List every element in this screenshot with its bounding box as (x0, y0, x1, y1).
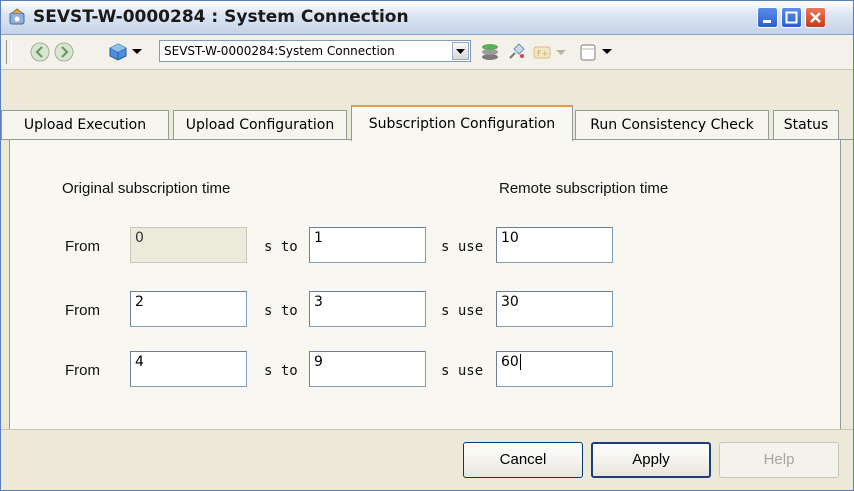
window-title: SEVST-W-0000284 : System Connection (33, 7, 409, 27)
connection-combo[interactable]: SEVST-W-0000284:System Connection (159, 40, 471, 62)
row2-to-input[interactable]: 3 (309, 291, 426, 327)
pin-icon[interactable] (505, 41, 527, 63)
row3-s-to-label: s to (264, 363, 298, 379)
maximize-button[interactable] (781, 7, 802, 28)
text-cursor (519, 354, 521, 370)
row3-from-input[interactable]: 4 (130, 351, 247, 387)
window-dropdown-icon[interactable] (601, 45, 613, 57)
row2-from-input[interactable]: 2 (130, 291, 247, 327)
original-subscription-time-heading: Original subscription time (62, 180, 231, 197)
row3-use-input[interactable]: 60 (501, 354, 519, 370)
tab-upload-execution[interactable]: Upload Execution (1, 110, 169, 140)
window-icon[interactable] (577, 41, 599, 63)
link-dropdown-icon[interactable] (555, 46, 567, 58)
cancel-button[interactable]: Cancel (463, 442, 583, 478)
bottom-separator (1, 429, 853, 430)
row2-from-label: From (65, 302, 100, 319)
tab-run-consistency-check[interactable]: Run Consistency Check (575, 110, 769, 140)
row1-from-label: From (65, 238, 100, 255)
toolbar: SEVST-W-0000284:System Connection F+ (1, 35, 853, 70)
row1-from-input: 0 (130, 227, 247, 263)
row2-s-use-label: s use (441, 303, 484, 319)
row3-use-input-wrapper[interactable]: 60 (496, 351, 613, 387)
back-icon[interactable] (29, 41, 51, 63)
row3-s-use-label: s use (441, 363, 484, 379)
row3-from-label: From (65, 362, 100, 379)
row1-s-use-label: s use (441, 239, 484, 255)
remote-subscription-time-heading: Remote subscription time (499, 180, 669, 197)
row1-to-input[interactable]: 1 (309, 227, 426, 263)
row2-s-to-label: s to (264, 303, 298, 319)
tab-subscription-configuration[interactable]: Subscription Configuration (351, 105, 573, 141)
apply-button[interactable]: Apply (591, 442, 711, 478)
dropdown-arrow-icon[interactable] (131, 45, 143, 57)
system-connection-window: SEVST-W-0000284 : System Connection SEVS… (0, 0, 854, 491)
chevron-down-icon (456, 49, 465, 54)
close-icon (810, 12, 821, 23)
row3-to-input[interactable]: 9 (309, 351, 426, 387)
svg-text:F+: F+ (537, 49, 548, 58)
cube-icon[interactable] (107, 41, 129, 63)
subscription-configuration-panel: Original subscription time Remote subscr… (9, 140, 841, 430)
stack-icon[interactable] (479, 41, 501, 63)
tab-upload-configuration[interactable]: Upload Configuration (173, 110, 347, 140)
combo-dropdown-button[interactable] (452, 42, 469, 60)
tab-status[interactable]: Status (773, 110, 839, 140)
title-bar[interactable]: SEVST-W-0000284 : System Connection (1, 1, 853, 35)
connection-combo-value: SEVST-W-0000284:System Connection (164, 44, 395, 58)
row2-use-input[interactable]: 30 (496, 291, 613, 327)
app-icon (9, 8, 25, 25)
forward-icon[interactable] (53, 41, 75, 63)
row1-use-input[interactable]: 10 (496, 227, 613, 263)
close-button[interactable] (805, 7, 826, 28)
help-button[interactable]: Help (719, 442, 839, 478)
row1-s-to-label: s to (264, 239, 298, 255)
minimize-button[interactable] (757, 7, 778, 28)
minimize-icon (763, 20, 771, 23)
maximize-icon (785, 11, 798, 24)
link-icon[interactable]: F+ (531, 41, 553, 63)
toolbar-grip[interactable] (6, 40, 12, 64)
